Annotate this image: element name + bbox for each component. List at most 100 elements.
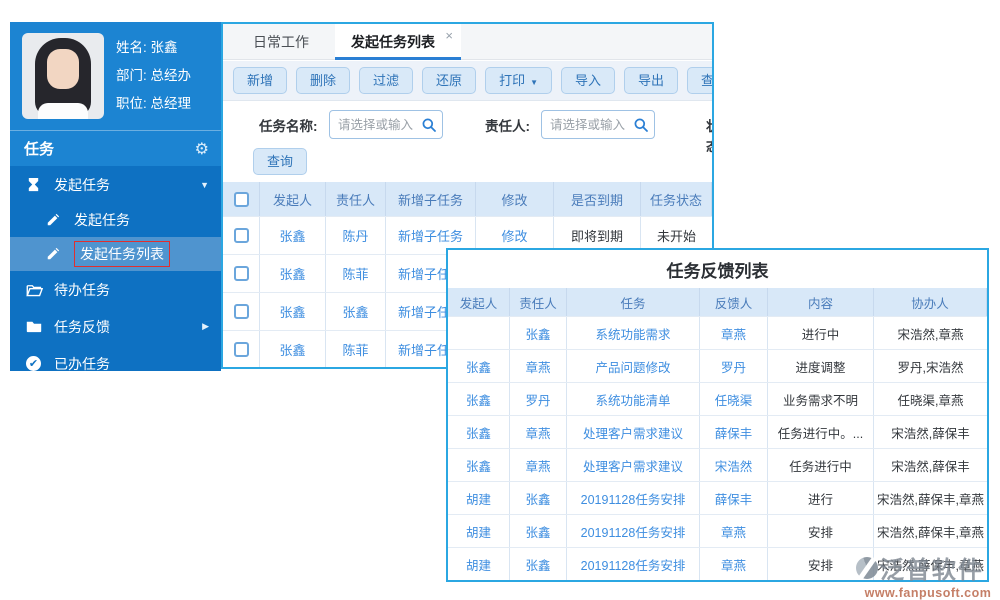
table-link[interactable]: 张鑫 xyxy=(448,416,510,448)
close-icon[interactable]: × xyxy=(445,22,453,54)
sidebar-item-feedback[interactable]: 任务反馈 ▶ xyxy=(10,308,221,345)
print-label: 打印 xyxy=(499,73,525,88)
header-cell: 内容 xyxy=(768,288,874,316)
table-link[interactable]: 20191128任务安排 xyxy=(567,482,700,514)
search-icon[interactable] xyxy=(421,117,437,133)
export-button[interactable]: 导出 xyxy=(624,67,678,94)
table-cell: 宋浩然,薛保丰 xyxy=(874,416,987,448)
sidebar-item-initiate[interactable]: 发起任务 xyxy=(10,203,221,237)
select-all-checkbox[interactable] xyxy=(234,192,249,207)
restore-button[interactable]: 还原 xyxy=(422,67,476,94)
table-cell: 任晓渠,章燕 xyxy=(874,383,987,415)
table-link[interactable]: 处理客户需求建议 xyxy=(567,416,700,448)
table-link[interactable]: 陈丹 xyxy=(326,217,386,254)
header-cell: 协办人 xyxy=(874,288,987,316)
header-cell: 反馈人 xyxy=(700,288,768,316)
table-link[interactable]: 张鑫 xyxy=(260,293,326,330)
table-link[interactable]: 产品问题修改 xyxy=(567,350,700,382)
table-row: 胡建张鑫20191128任务安排章燕安排宋浩然,薛保丰,章燕 xyxy=(448,514,987,547)
feedback-panel: 任务反馈列表 发起人责任人任务反馈人内容协办人张鑫系统功能需求章燕进行中宋浩然,… xyxy=(446,248,989,582)
table-link[interactable]: 薛保丰 xyxy=(700,482,768,514)
query-button[interactable]: 查询 xyxy=(253,148,307,175)
table-link[interactable]: 章燕 xyxy=(510,449,567,481)
sidebar-item-todo[interactable]: 待办任务 xyxy=(10,271,221,308)
table-link[interactable]: 处理客户需求建议 xyxy=(567,449,700,481)
sidebar-item-label: 待办任务 xyxy=(54,280,110,300)
table-link[interactable]: 薛保丰 xyxy=(700,416,768,448)
sidebar-item-label: 任务反馈 xyxy=(54,317,110,337)
table-link[interactable]: 张鑫 xyxy=(260,217,326,254)
tab-bar: 日常工作 发起任务列表 × xyxy=(223,24,712,60)
table-link[interactable]: 胡建 xyxy=(448,515,510,547)
row-checkbox[interactable] xyxy=(234,342,249,357)
table-link[interactable]: 章燕 xyxy=(510,416,567,448)
import-button[interactable]: 导入 xyxy=(561,67,615,94)
table-link[interactable]: 张鑫 xyxy=(448,383,510,415)
sidebar-item-initiate-list[interactable]: 发起任务列表 xyxy=(10,237,221,271)
folder-open-icon xyxy=(26,282,44,298)
tab-daily-work[interactable]: 日常工作 xyxy=(237,24,325,60)
search-icon[interactable] xyxy=(633,117,649,133)
sidebar-item-done[interactable]: ✔ 已办任务 xyxy=(10,345,221,371)
table-link[interactable]: 章燕 xyxy=(510,350,567,382)
table-link[interactable]: 张鑫 xyxy=(326,293,386,330)
table-link[interactable]: 宋浩然 xyxy=(700,449,768,481)
filter-button[interactable]: 过滤 xyxy=(359,67,413,94)
table-link[interactable]: 任晓渠 xyxy=(700,383,768,415)
header-cell xyxy=(223,182,260,216)
hourglass-icon xyxy=(26,177,44,193)
print-button[interactable]: 打印▼ xyxy=(485,67,552,94)
sidebar-section-label: 任务 xyxy=(24,138,54,159)
header-cell: 新增子任务 xyxy=(386,182,476,216)
table-link[interactable]: 章燕 xyxy=(700,548,768,580)
table-link[interactable]: 罗丹 xyxy=(510,383,567,415)
table-link[interactable]: 胡建 xyxy=(448,482,510,514)
header-cell: 任务 xyxy=(567,288,700,316)
table-link[interactable]: 张鑫 xyxy=(260,331,326,368)
tab-label: 发起任务列表 xyxy=(351,34,435,50)
row-checkbox[interactable] xyxy=(234,304,249,319)
table-cell: 安排 xyxy=(768,548,874,580)
row-checkbox[interactable] xyxy=(234,266,249,281)
table-link[interactable]: 张鑫 xyxy=(448,350,510,382)
table-link[interactable]: 20191128任务安排 xyxy=(567,548,700,580)
table-link[interactable]: 章燕 xyxy=(700,317,768,349)
table-link[interactable]: 胡建 xyxy=(448,548,510,580)
profile-position: 职位: 总经理 xyxy=(116,90,191,118)
table-link[interactable]: 张鑫 xyxy=(448,449,510,481)
table-cell: 罗丹,宋浩然 xyxy=(874,350,987,382)
view-log-button[interactable]: 查看日志 xyxy=(687,67,714,94)
table-cell xyxy=(223,217,260,254)
sidebar-item-label-highlighted: 发起任务列表 xyxy=(74,241,170,267)
filter-row: 任务名称: 责任人: 状态: xyxy=(223,110,712,140)
tab-initiate-task-list[interactable]: 发起任务列表 × xyxy=(335,24,461,60)
owner-field xyxy=(541,110,655,139)
table-link[interactable]: 陈菲 xyxy=(326,255,386,292)
table-link[interactable]: 系统功能需求 xyxy=(567,317,700,349)
table-link[interactable]: 张鑫 xyxy=(510,548,567,580)
table-link[interactable]: 20191128任务安排 xyxy=(567,515,700,547)
add-button[interactable]: 新增 xyxy=(233,67,287,94)
delete-button[interactable]: 删除 xyxy=(296,67,350,94)
sidebar-item-initiate-group[interactable]: 发起任务 ▼ xyxy=(10,166,221,203)
table-link[interactable]: 张鑫 xyxy=(510,515,567,547)
table-link[interactable]: 系统功能清单 xyxy=(567,383,700,415)
table-link[interactable]: 张鑫 xyxy=(260,255,326,292)
table-cell xyxy=(223,293,260,330)
row-checkbox[interactable] xyxy=(234,228,249,243)
table-link[interactable]: 罗丹 xyxy=(700,350,768,382)
app-canvas: 姓名: 张鑫 部门: 总经办 职位: 总经理 任务 ⚙ 发起任务 ▼ 发起任务 xyxy=(0,0,1000,600)
table-link[interactable]: 张鑫 xyxy=(510,317,567,349)
avatar xyxy=(22,33,104,119)
table-link[interactable]: 章燕 xyxy=(700,515,768,547)
table-link[interactable]: 陈菲 xyxy=(326,331,386,368)
gear-icon[interactable]: ⚙ xyxy=(195,139,209,159)
sidebar-item-label: 发起任务 xyxy=(54,175,110,195)
table-cell: 进行中 xyxy=(768,317,874,349)
table-link[interactable]: 张鑫 xyxy=(510,482,567,514)
owner-input[interactable] xyxy=(542,111,630,138)
table-cell: 宋浩然,薛保丰 xyxy=(874,449,987,481)
sidebar-item-label: 发起任务 xyxy=(74,210,130,230)
folder-icon xyxy=(26,319,44,335)
task-name-input[interactable] xyxy=(330,111,418,138)
